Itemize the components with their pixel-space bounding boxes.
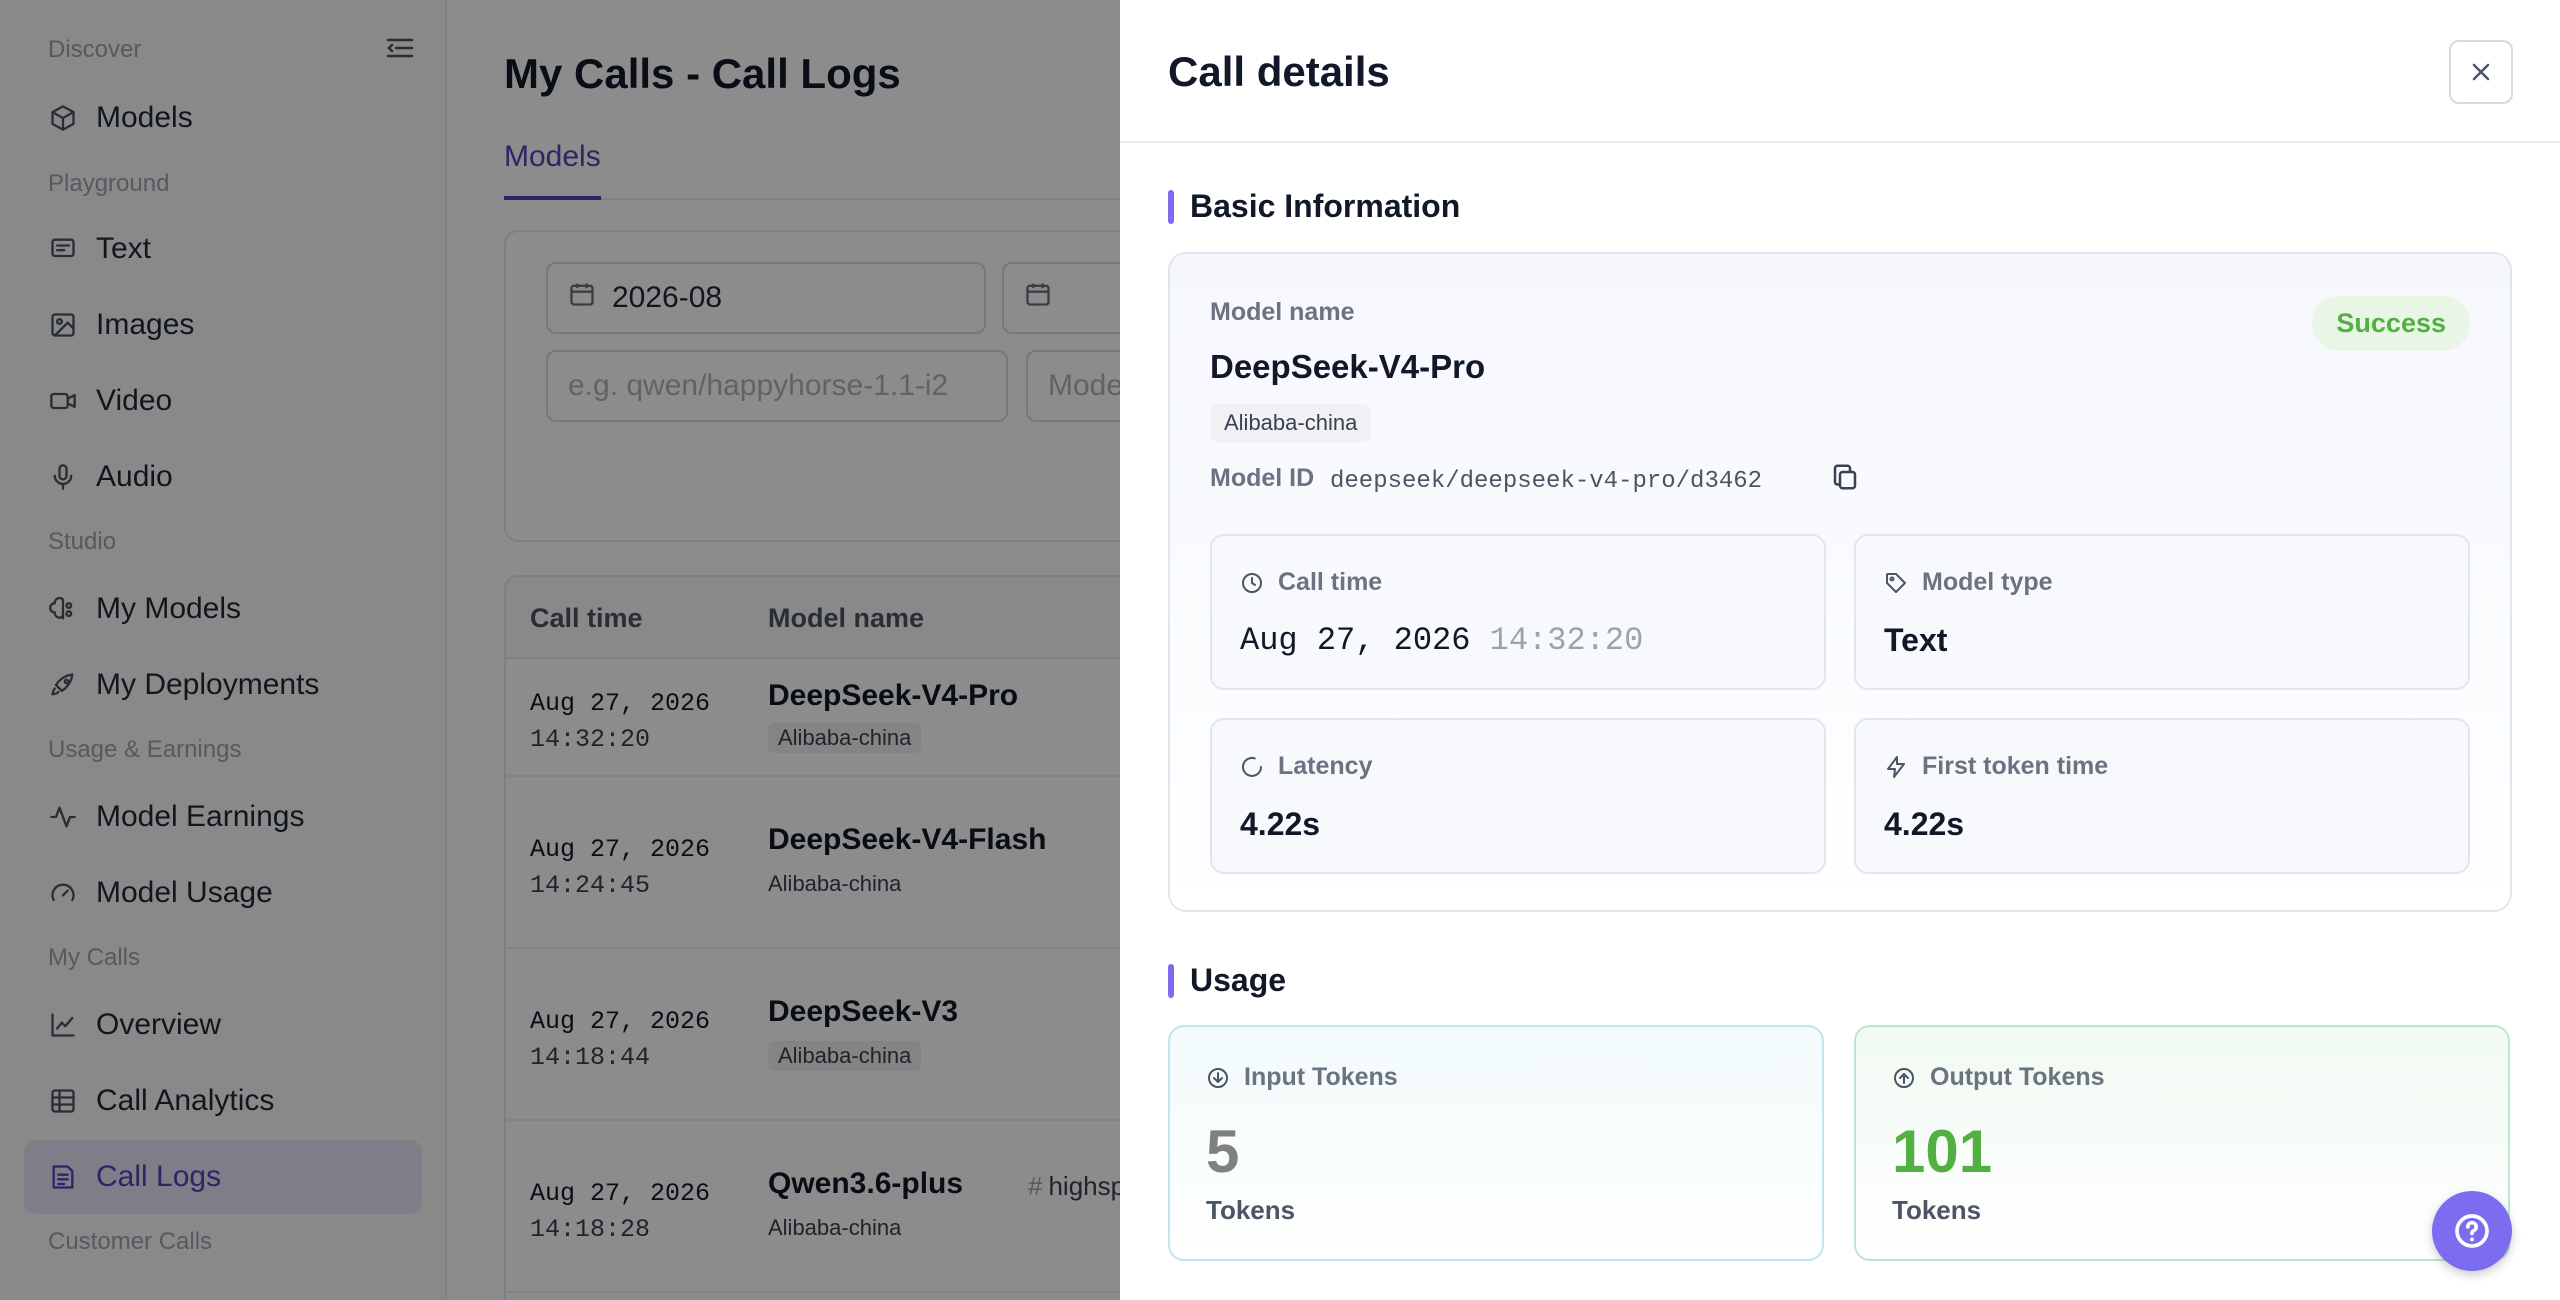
close-icon — [2472, 63, 2490, 81]
call-time-time: 14:32:20 — [1489, 622, 1644, 659]
model-id-label: Model ID — [1210, 464, 1315, 492]
first-token-value: 4.22s — [1884, 806, 1965, 842]
model-type-value: Text — [1884, 622, 1948, 658]
input-tokens-unit: Tokens — [1206, 1195, 1296, 1225]
first-token-box: First token time 4.22s — [1854, 718, 2470, 874]
arrow-down-circle-icon — [1208, 1067, 1228, 1088]
modal-backdrop[interactable] — [0, 0, 1120, 1300]
latency-label: Latency — [1240, 752, 1372, 781]
loader-icon — [1242, 756, 1262, 777]
call-time-label: Call time — [1240, 568, 1382, 597]
lightning-icon — [1887, 755, 1905, 778]
model-type-label-text: Model type — [1922, 568, 2053, 596]
call-time-date: Aug 27, 2026 — [1240, 622, 1471, 659]
model-name-value: DeepSeek-V4-Pro — [1210, 348, 1486, 385]
help-button[interactable] — [2432, 1191, 2512, 1271]
first-token-label: First token time — [1884, 752, 2108, 781]
call-time-value: Aug 27, 2026 14:32:20 — [1240, 622, 1643, 659]
output-tokens-label: Output Tokens — [1892, 1063, 2105, 1092]
basic-info-card: Model name DeepSeek-V4-Pro Alibaba-china… — [1168, 252, 2512, 912]
arrow-up-circle-icon — [1894, 1067, 1914, 1088]
first-token-label-text: First token time — [1922, 752, 2109, 780]
copy-icon[interactable] — [1830, 462, 1864, 496]
drawer-title: Call details — [1168, 48, 1390, 95]
drawer-header: Call details — [1120, 0, 2560, 143]
latency-label-text: Latency — [1278, 752, 1373, 780]
input-tokens-label-text: Input Tokens — [1244, 1063, 1398, 1091]
section-title-basic: Basic Information — [1168, 188, 1460, 225]
call-time-label-text: Call time — [1278, 568, 1383, 596]
status-badge: Success — [2312, 296, 2470, 351]
output-tokens-value: 101 — [1892, 1118, 1993, 1185]
model-type-label: Model type — [1884, 568, 2053, 597]
latency-value: 4.22s — [1240, 806, 1321, 842]
tag-icon — [1886, 572, 1906, 593]
help-icon — [2455, 1214, 2489, 1248]
close-button[interactable] — [2449, 40, 2513, 104]
model-name-label: Model name — [1210, 298, 1355, 326]
clock-icon — [1242, 572, 1262, 593]
input-tokens-card: Input Tokens 5 Tokens — [1168, 1025, 1824, 1261]
input-tokens-value: 5 — [1206, 1118, 1240, 1185]
model-type-box: Model type Text — [1854, 534, 2470, 690]
output-tokens-card: Output Tokens 101 Tokens — [1854, 1025, 2510, 1261]
model-id-value: deepseek/deepseek-v4-pro/d3462 — [1330, 468, 1763, 495]
call-details-drawer: Call details Basic Information Model nam… — [1120, 0, 2560, 1300]
section-title-usage: Usage — [1168, 962, 1286, 999]
output-tokens-label-text: Output Tokens — [1930, 1063, 2105, 1091]
provider-badge: Alibaba-china — [1210, 404, 1372, 442]
input-tokens-label: Input Tokens — [1206, 1063, 1398, 1092]
latency-box: Latency 4.22s — [1210, 718, 1826, 874]
call-time-box: Call time Aug 27, 2026 14:32:20 — [1210, 534, 1826, 690]
output-tokens-unit: Tokens — [1892, 1195, 1982, 1225]
